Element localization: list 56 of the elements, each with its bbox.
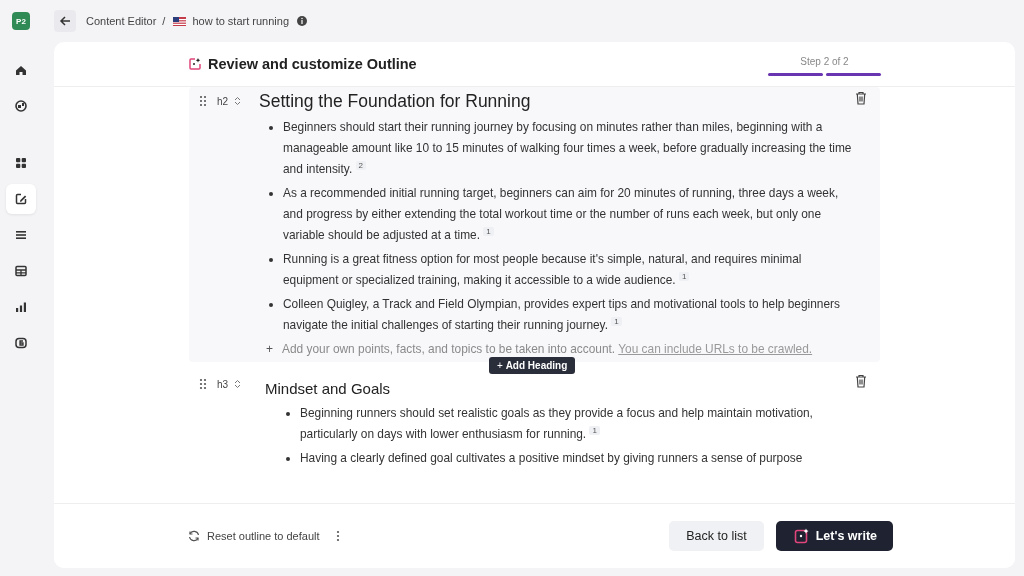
outline-point: Colleen Quigley, a Track and Field Olympian, provides expert tips and motivational tools to help beginners navigate the initial challenges of starting their running journey. $^{1}$ (283, 296, 841, 334)
page-title: how to start running (192, 15, 289, 27)
bullet-icon (286, 412, 290, 416)
outline-point: Beginners should start their running journey by focusing on minutes rather than miles, beginning with a manageable amount like 10 to 15 minutes of walking four times a week, before gradually increasing the time and intensity. $^{2}$ (283, 119, 853, 178)
back-to-list-button[interactable]: Back to list (669, 521, 764, 551)
add-mark: + (266, 341, 273, 358)
breadcrumb-separator: / (162, 15, 166, 27)
delete-button[interactable] (854, 374, 868, 390)
bullet-icon (269, 192, 273, 196)
sidebar-item[interactable] (6, 184, 36, 214)
citation-badge[interactable]: 1 (483, 227, 494, 236)
heading-level-select[interactable]: h2 (217, 95, 242, 107)
reset-outline-button[interactable]: Reset outline to default (188, 530, 320, 542)
trash-icon (855, 91, 867, 105)
outline-point: Running is a great fitness option for most people because it's simple, natural, and requires minimal equipment or specialized training, making it accessible to a wide audience. $^{1}$ (283, 251, 803, 289)
add-heading-button[interactable]: + Add Heading (489, 357, 576, 374)
citation-badge[interactable]: 1 (611, 317, 622, 326)
step-label: Step 2 of 2 (800, 56, 849, 67)
outline-point: Having a clearly defined goal cultivates a positive mindset by giving runners a sense of purpose (300, 450, 803, 467)
up-down-caret-icon (234, 379, 242, 389)
arrow-left-icon (59, 15, 71, 27)
drag-handle-icon (199, 378, 207, 390)
bullet-icon (286, 457, 290, 461)
info-icon (297, 16, 307, 26)
up-down-caret-icon (234, 96, 242, 106)
list-icon (14, 228, 28, 242)
bar-chart-icon (14, 300, 28, 314)
sparkle-edit-icon (793, 528, 810, 544)
citation-badge[interactable]: 2 (355, 161, 366, 170)
section-heading[interactable]: Mindset and Goals (265, 380, 854, 397)
bullet-icon (269, 126, 273, 130)
rounded-square-icon (14, 336, 28, 350)
app-logo[interactable]: P2 (12, 12, 30, 30)
grid-icon (14, 156, 28, 170)
edit-icon (14, 192, 28, 206)
delete-button[interactable] (854, 91, 868, 107)
section-heading[interactable]: Setting the Foundation for Running (259, 91, 854, 112)
table-icon (14, 264, 28, 278)
drag-handle-icon (199, 95, 207, 107)
citation-badge[interactable]: 1 (589, 426, 600, 435)
breadcrumb-link[interactable]: Content Editor (86, 15, 157, 27)
panel-title: Review and customize Outline (208, 56, 417, 72)
sparkle-edit-icon (188, 57, 202, 71)
bullet-icon (269, 303, 273, 307)
back-button[interactable] (54, 10, 76, 32)
refresh-icon (188, 530, 200, 542)
home-icon (14, 63, 28, 77)
lets-write-button[interactable]: Let's write (775, 521, 893, 551)
bullet-icon (269, 258, 273, 262)
vertical-dots-icon (335, 530, 340, 542)
outline-point: As a recommended initial running target, beginners can aim for 20 minutes of running, three days a week, and progress by either extending the total workout time or the number of runs each week, but only one variable should be adjusted at a time. $^{1}$ (283, 185, 840, 244)
citation-badge[interactable]: 1 (678, 272, 690, 281)
trash-icon (855, 374, 867, 388)
flag-icon (173, 16, 187, 26)
outline-point: Beginning runners should set realistic goals as they provide a focus and help maintain motivation, particularly on days with lower enthusiasm for running. $^{1}$ (300, 405, 814, 443)
heading-level-select[interactable]: h3 (217, 378, 242, 390)
